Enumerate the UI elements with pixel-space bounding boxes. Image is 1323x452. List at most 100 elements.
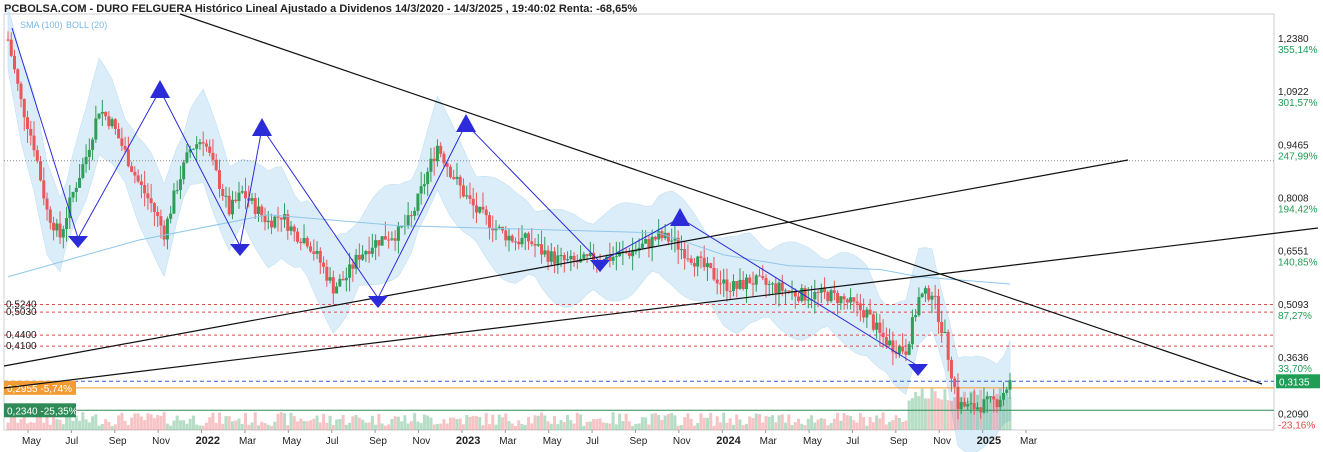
volume-bar (735, 414, 739, 430)
volume-bar (61, 424, 65, 430)
volume-bar (777, 415, 781, 430)
volume-bar (741, 425, 745, 430)
candle-body (91, 139, 95, 150)
x-tick-label: May (282, 436, 301, 447)
candle-body (370, 247, 374, 254)
volume-bar (165, 423, 169, 430)
volume-bar (793, 422, 797, 430)
candle-body (123, 146, 127, 150)
volume-bar (172, 420, 176, 430)
candle-body (972, 403, 976, 410)
candle-body (582, 254, 586, 259)
volume-bar (442, 419, 446, 430)
candle-body (686, 258, 690, 260)
volume-bar (113, 424, 117, 430)
candle-body (917, 297, 921, 316)
candle-body (240, 191, 244, 193)
candle-body (849, 297, 853, 303)
volume-bar (152, 418, 156, 430)
candle-body (842, 296, 846, 300)
candle-body (55, 223, 59, 231)
volume-bar (149, 414, 153, 430)
candle-body (279, 217, 283, 220)
volume-bar (1008, 397, 1012, 430)
candle-body (679, 249, 683, 251)
candle-body (133, 171, 137, 176)
volume-bar (87, 422, 91, 430)
volume-bar (201, 425, 205, 430)
volume-bar (917, 396, 921, 430)
candle-body (865, 309, 869, 318)
volume-bar (813, 422, 817, 430)
candle-body (465, 195, 469, 197)
candle-body (816, 291, 820, 293)
candle-body (569, 255, 573, 260)
candle-body (406, 215, 410, 226)
candle-body (543, 250, 547, 255)
x-tick-label: Sep (629, 436, 647, 447)
volume-bar (845, 415, 849, 430)
volume-bar (627, 421, 631, 430)
candle-body (969, 403, 973, 405)
candle-body (530, 241, 534, 245)
volume-bar (562, 421, 566, 430)
volume-bar (266, 424, 270, 430)
candle-body (208, 146, 212, 153)
volume-bar (214, 423, 218, 430)
volume-bar (631, 425, 635, 430)
x-tick-label: May (22, 436, 41, 447)
candle-body (556, 255, 560, 264)
volume-bar (58, 419, 62, 430)
candle-body (426, 171, 430, 185)
candle-body (995, 399, 999, 408)
volume-bar (507, 421, 511, 430)
candle-body (780, 282, 784, 291)
volume-bar (309, 420, 313, 430)
price-tick-label: 0,3636 (1278, 353, 1309, 364)
volume-bar (868, 417, 872, 430)
candle-body (328, 277, 332, 281)
volume-bar (217, 412, 221, 430)
candle-body (195, 144, 199, 149)
x-tick-label: Mar (239, 436, 257, 447)
volume-bar (595, 419, 599, 430)
volume-bar (797, 418, 801, 430)
volume-bar (962, 391, 966, 430)
candle-body (338, 278, 342, 287)
volume-bar (816, 419, 820, 430)
volume-bar (390, 419, 394, 430)
candle-body (390, 238, 394, 240)
candle-body (26, 117, 30, 130)
x-tick-label: Sep (369, 436, 387, 447)
price-chart[interactable]: 0,52400,50300,44000,41000,2955 -5,74%0,2… (0, 0, 1323, 452)
candle-body (540, 244, 544, 255)
candle-body (823, 288, 827, 293)
candle-body (361, 254, 365, 260)
zigzag-marker-icon (150, 80, 170, 98)
volume-bar (471, 415, 475, 430)
candle-body (904, 351, 908, 355)
candle-body (1008, 380, 1012, 390)
volume-bar (953, 397, 957, 430)
volume-bar (618, 413, 622, 430)
volume-bar (55, 419, 59, 430)
volume-bar (403, 415, 407, 430)
candle-body (341, 278, 345, 281)
volume-bar (48, 424, 52, 430)
volume-bar (832, 418, 836, 430)
candle-body (185, 152, 189, 163)
volume-bar (435, 423, 439, 430)
candle-body (640, 243, 644, 248)
volume-bar (946, 400, 950, 430)
price-tick-pct: -23,16% (1278, 420, 1315, 431)
volume-bar (679, 424, 683, 430)
candle-body (966, 404, 970, 407)
candle-body (650, 236, 654, 248)
volume-bar (975, 394, 979, 430)
volume-bar (949, 400, 953, 430)
candle-body (858, 303, 862, 311)
price-tick-pct: 33,70% (1278, 364, 1312, 375)
x-tick-label: Jul (586, 436, 599, 447)
volume-bar (878, 418, 882, 430)
volume-bar (689, 418, 693, 430)
